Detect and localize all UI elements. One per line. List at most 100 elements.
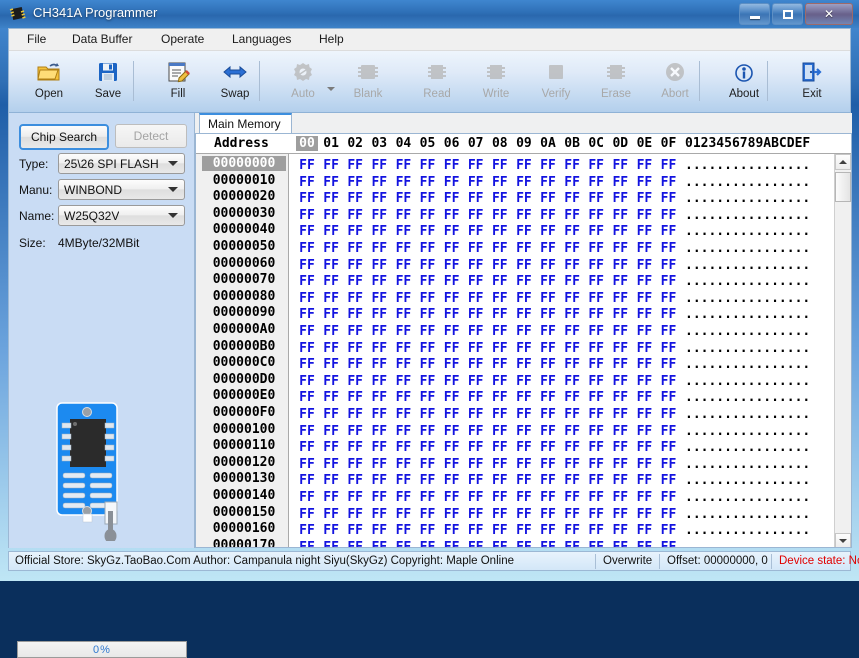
hex-byte-cell[interactable]: FF [344,191,366,206]
hex-byte-cell[interactable]: FF [465,158,487,173]
hex-byte-cell[interactable]: FF [537,224,559,239]
toolbar-button-open[interactable]: Open [21,55,77,109]
hex-byte-cell[interactable]: FF [489,490,511,505]
maximize-button[interactable] [772,3,803,25]
hex-byte-cell[interactable]: FF [537,390,559,405]
hex-byte-cell[interactable]: FF [561,407,583,422]
hex-byte-cell[interactable]: FF [585,258,607,273]
hex-ascii-cell[interactable]: ................ [685,274,810,289]
hex-byte-cell[interactable]: FF [441,324,463,339]
manufacturer-combobox[interactable]: WINBOND [58,179,185,200]
hex-byte-cell[interactable]: FF [489,324,511,339]
hex-byte-cell[interactable]: FF [441,191,463,206]
hex-byte-cell[interactable]: FF [417,258,439,273]
hex-byte-cell[interactable]: FF [392,523,414,538]
hex-byte-cell[interactable]: FF [561,390,583,405]
hex-byte-cell[interactable]: FF [344,357,366,372]
hex-byte-cell[interactable]: FF [392,191,414,206]
hex-byte-cell[interactable]: FF [513,540,535,548]
hex-address-cell[interactable]: 00000120 [202,455,286,470]
hex-byte-cell[interactable]: FF [296,407,318,422]
hex-byte-cell[interactable]: FF [513,374,535,389]
hex-ascii-cell[interactable]: ................ [685,341,810,356]
hex-byte-cell[interactable]: FF [368,390,390,405]
hex-byte-cell[interactable]: FF [513,490,535,505]
hex-byte-cell[interactable]: FF [633,291,655,306]
hex-byte-cell[interactable]: FF [633,374,655,389]
hex-ascii-cell[interactable]: ................ [685,258,810,273]
hex-byte-cell[interactable]: FF [489,208,511,223]
hex-byte-cell[interactable]: FF [633,241,655,256]
hex-byte-cell[interactable]: FF [368,490,390,505]
hex-byte-cell[interactable]: FF [344,241,366,256]
hex-byte-cell[interactable]: FF [633,158,655,173]
hex-byte-cell[interactable]: FF [609,407,631,422]
hex-byte-cell[interactable]: FF [633,473,655,488]
hex-byte-cell[interactable]: FF [489,507,511,522]
scrollbar-thumb[interactable] [835,172,851,202]
hex-byte-cell[interactable]: FF [344,424,366,439]
hex-byte-cell[interactable]: FF [392,440,414,455]
hex-byte-cell[interactable]: FF [465,357,487,372]
hex-byte-cell[interactable]: FF [441,390,463,405]
hex-byte-cell[interactable]: FF [392,374,414,389]
hex-byte-cell[interactable]: FF [561,191,583,206]
hex-byte-cell[interactable]: FF [344,457,366,472]
hex-column-header-05[interactable]: 05 [417,136,439,151]
hex-byte-cell[interactable]: FF [417,357,439,372]
hex-ascii-cell[interactable]: ................ [685,424,810,439]
hex-byte-cell[interactable]: FF [561,274,583,289]
hex-byte-cell[interactable]: FF [585,407,607,422]
hex-byte-cell[interactable]: FF [658,191,680,206]
hex-byte-cell[interactable]: FF [633,523,655,538]
menu-item-file[interactable]: File [27,32,46,46]
hex-byte-cell[interactable]: FF [609,307,631,322]
hex-column-header-0D[interactable]: 0D [609,136,631,151]
hex-byte-cell[interactable]: FF [561,507,583,522]
hex-byte-cell[interactable]: FF [441,291,463,306]
hex-byte-cell[interactable]: FF [392,158,414,173]
hex-byte-cell[interactable]: FF [417,341,439,356]
hex-byte-cell[interactable]: FF [320,540,342,548]
hex-byte-cell[interactable]: FF [585,374,607,389]
hex-byte-cell[interactable]: FF [344,540,366,548]
hex-byte-cell[interactable]: FF [537,158,559,173]
hex-ascii-cell[interactable]: ................ [685,374,810,389]
hex-byte-cell[interactable]: FF [417,175,439,190]
hex-byte-cell[interactable]: FF [658,274,680,289]
hex-byte-cell[interactable]: FF [392,473,414,488]
hex-byte-cell[interactable]: FF [368,241,390,256]
hex-byte-cell[interactable]: FF [320,407,342,422]
hex-byte-cell[interactable]: FF [513,307,535,322]
hex-byte-cell[interactable]: FF [417,158,439,173]
hex-byte-cell[interactable]: FF [465,307,487,322]
hex-byte-cell[interactable]: FF [633,274,655,289]
hex-byte-cell[interactable]: FF [368,274,390,289]
hex-address-cell[interactable]: 00000070 [202,272,286,287]
hex-byte-cell[interactable]: FF [513,274,535,289]
hex-byte-cell[interactable]: FF [441,241,463,256]
vertical-scrollbar[interactable] [834,154,851,548]
hex-byte-cell[interactable]: FF [633,324,655,339]
hex-byte-cell[interactable]: FF [561,158,583,173]
hex-byte-cell[interactable]: FF [609,473,631,488]
hex-byte-cell[interactable]: FF [609,241,631,256]
hex-byte-cell[interactable]: FF [417,324,439,339]
hex-byte-cell[interactable]: FF [392,258,414,273]
hex-byte-cell[interactable]: FF [417,457,439,472]
hex-byte-cell[interactable]: FF [344,507,366,522]
hex-byte-cell[interactable]: FF [537,540,559,548]
hex-byte-cell[interactable]: FF [368,324,390,339]
hex-byte-cell[interactable]: FF [320,175,342,190]
hex-byte-cell[interactable]: FF [368,440,390,455]
hex-column-header-01[interactable]: 01 [320,136,342,151]
hex-byte-cell[interactable]: FF [392,341,414,356]
hex-byte-cell[interactable]: FF [344,158,366,173]
hex-byte-cell[interactable]: FF [658,440,680,455]
hex-byte-cell[interactable]: FF [633,208,655,223]
hex-byte-cell[interactable]: FF [296,274,318,289]
hex-byte-cell[interactable]: FF [296,291,318,306]
hex-byte-cell[interactable]: FF [344,407,366,422]
scroll-up-button[interactable] [835,154,851,170]
hex-byte-cell[interactable]: FF [344,490,366,505]
